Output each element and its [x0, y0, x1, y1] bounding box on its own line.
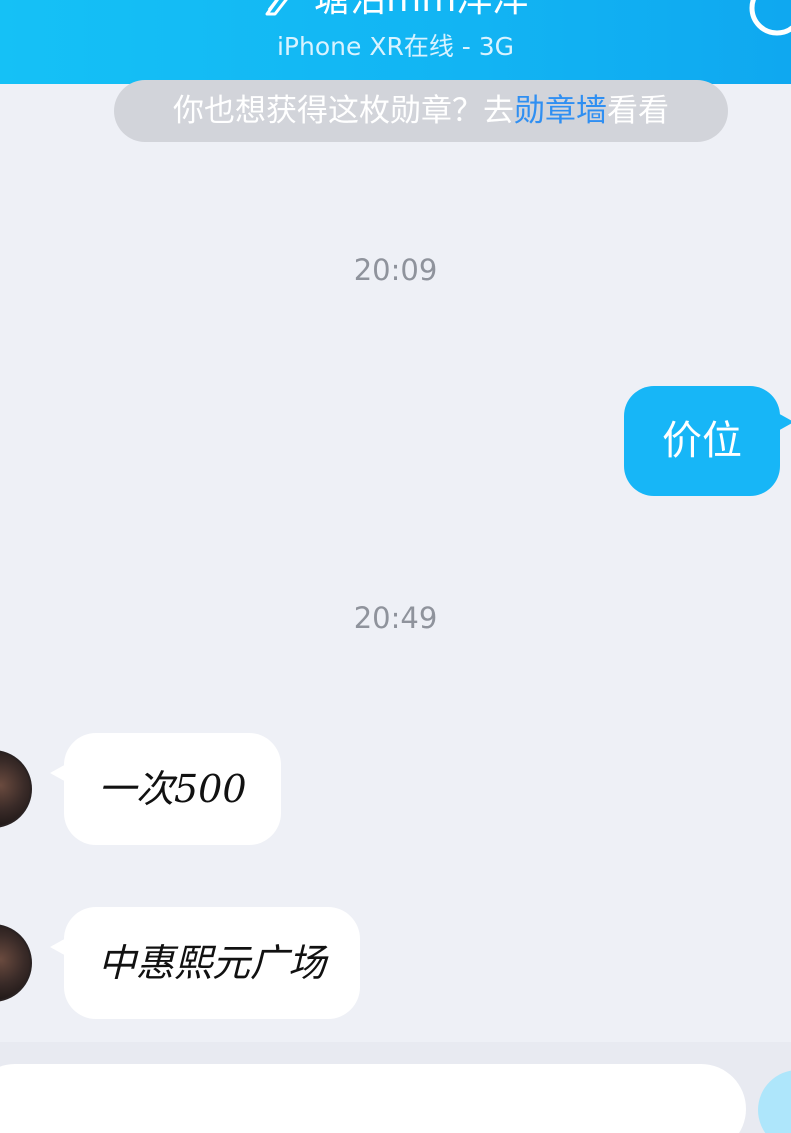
message-text: 中惠熙元广场 — [98, 941, 327, 985]
medal-notice-suffix: 看看 — [607, 93, 669, 129]
contact-name-row[interactable]: 塘沽mm洋洋 — [0, 0, 791, 20]
message-input[interactable] — [0, 1064, 746, 1133]
contact-avatar[interactable] — [0, 924, 32, 1002]
online-status: iPhone XR在线 - 3G — [276, 32, 515, 61]
incoming-message-bubble[interactable]: 中惠熙元广场 — [50, 907, 361, 1019]
message-timestamp: 20:49 — [353, 601, 438, 635]
message-text: 一次500 — [98, 767, 247, 811]
message-text: 价位 — [662, 418, 742, 464]
bubble-tail — [776, 412, 791, 432]
message-timestamp: 20:09 — [353, 253, 438, 287]
phone-icon[interactable] — [747, 0, 791, 38]
contact-name: 塘沽mm洋洋 — [314, 0, 528, 20]
bubble-tail — [50, 937, 68, 957]
send-button[interactable] — [758, 1070, 791, 1133]
contact-avatar[interactable] — [0, 750, 32, 828]
bubble-tail — [50, 763, 68, 783]
chat-header: 塘沽mm洋洋 iPhone XR在线 - 3G — [0, 0, 791, 84]
input-bar — [0, 1042, 791, 1133]
medal-notice-text: 你也想获得这枚勋章？去 — [173, 93, 514, 129]
pen-icon — [265, 0, 288, 16]
chat-screen: 塘沽mm洋洋 iPhone XR在线 - 3G 你也想获得这枚勋章？去勋章墙看看… — [0, 0, 791, 1133]
medal-wall-link[interactable]: 勋章墙 — [514, 93, 607, 129]
incoming-message-bubble[interactable]: 一次500 — [50, 733, 281, 845]
outgoing-message-bubble[interactable]: 价位 — [624, 386, 791, 496]
medal-notice: 你也想获得这枚勋章？去勋章墙看看 — [114, 80, 728, 142]
